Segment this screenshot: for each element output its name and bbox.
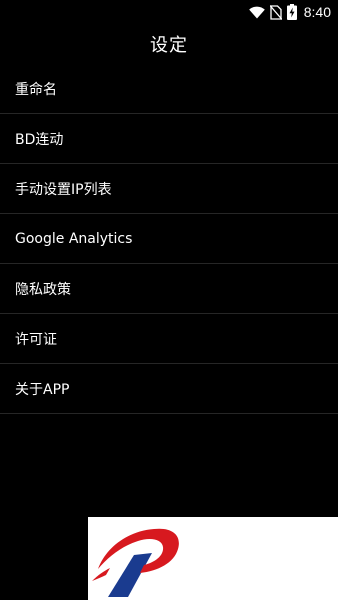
settings-item-bd-link[interactable]: BD连动 <box>0 114 338 164</box>
settings-item-label: 重命名 <box>15 81 57 98</box>
battery-charging-icon <box>286 4 297 20</box>
settings-item-rename[interactable]: 重命名 <box>0 64 338 114</box>
app-bar: 设定 <box>0 24 338 64</box>
settings-item-label: BD连动 <box>15 131 64 148</box>
settings-item-manual-ip-list[interactable]: 手动设置IP列表 <box>0 164 338 214</box>
status-icons: 8:40 <box>248 3 331 21</box>
status-bar: 8:40 <box>0 0 338 24</box>
page-title: 设定 <box>150 35 188 56</box>
status-time: 8:40 <box>303 4 331 20</box>
settings-item-label: 隐私政策 <box>15 281 71 298</box>
settings-item-privacy-policy[interactable]: 隐私政策 <box>0 264 338 314</box>
settings-item-label: 许可证 <box>15 331 57 348</box>
brand-logo-icon <box>92 528 179 597</box>
wifi-icon <box>248 6 265 19</box>
no-sim-icon <box>269 4 282 20</box>
settings-item-label: 手动设置IP列表 <box>15 181 112 198</box>
settings-screen: 8:40 设定 重命名 BD连动 手动设置IP列表 Google Analyti… <box>0 0 338 600</box>
settings-item-label: 关于APP <box>15 381 70 398</box>
settings-item-google-analytics[interactable]: Google Analytics <box>0 214 338 264</box>
settings-item-about-app[interactable]: 关于APP <box>0 364 338 414</box>
settings-list: 重命名 BD连动 手动设置IP列表 Google Analytics 隐私政策 … <box>0 64 338 414</box>
watermark <box>88 517 338 600</box>
settings-item-label: Google Analytics <box>15 230 133 247</box>
settings-item-license[interactable]: 许可证 <box>0 314 338 364</box>
